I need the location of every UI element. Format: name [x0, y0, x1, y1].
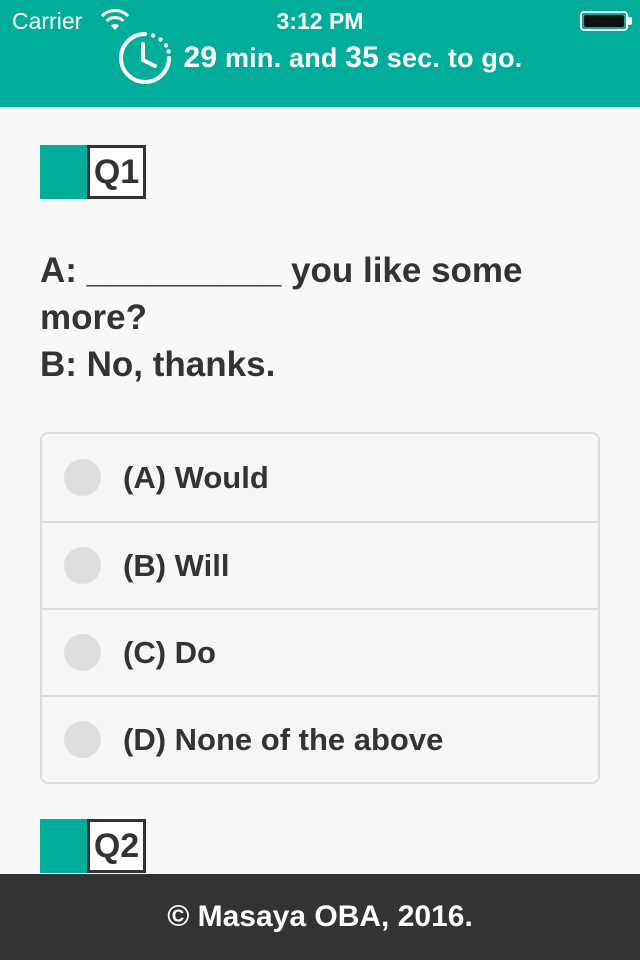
timer-text: 29 min. and 35 sec. to go. [183, 41, 522, 75]
quiz-content: Q1 A: __________ you like some more? B: … [40, 107, 600, 873]
timer-sec-label: sec. to go. [386, 43, 523, 73]
copyright-text: © Masaya OBA, 2016. [167, 900, 473, 933]
option-a[interactable]: (A) Would [42, 434, 598, 521]
option-d[interactable]: (D) None of the above [42, 695, 598, 782]
question-label-swatch [40, 819, 87, 873]
header-bar: Carrier 3:12 PM 29 min. and 35 sec. to g… [0, 0, 640, 107]
question-number: Q2 [87, 819, 146, 873]
timer-min-label: min. and [224, 43, 338, 73]
battery-icon [580, 11, 628, 31]
footer: © Masaya OBA, 2016. [0, 874, 640, 960]
option-label: (D) None of the above [123, 721, 444, 757]
question-label-q2: Q2 [40, 819, 600, 873]
battery-tip [628, 17, 632, 25]
question-prompt: A: __________ you like some more? B: No,… [40, 247, 600, 388]
clock-countdown-icon [119, 32, 172, 84]
prompt-line: B: No, thanks. [40, 345, 276, 384]
option-label: (C) Do [123, 634, 216, 670]
radio-button-icon[interactable] [64, 721, 101, 758]
timer-seconds: 35 [345, 41, 380, 74]
prompt-line: more? [40, 298, 147, 337]
radio-button-icon[interactable] [64, 459, 101, 496]
question-label-q1: Q1 [40, 145, 600, 199]
countdown-timer: 29 min. and 35 sec. to go. [0, 30, 640, 86]
option-label: (A) Would [123, 459, 269, 495]
question-number: Q1 [87, 145, 146, 199]
radio-button-icon[interactable] [64, 547, 101, 584]
timer-minutes: 29 [183, 41, 218, 74]
question-label-swatch [40, 145, 87, 199]
option-c[interactable]: (C) Do [42, 608, 598, 695]
answer-options: (A) Would (B) Will (C) Do (D) None of th… [40, 432, 600, 784]
option-b[interactable]: (B) Will [42, 521, 598, 608]
radio-button-icon[interactable] [64, 634, 101, 671]
prompt-line: A: __________ you like some [40, 251, 523, 290]
option-label: (B) Will [123, 547, 230, 583]
